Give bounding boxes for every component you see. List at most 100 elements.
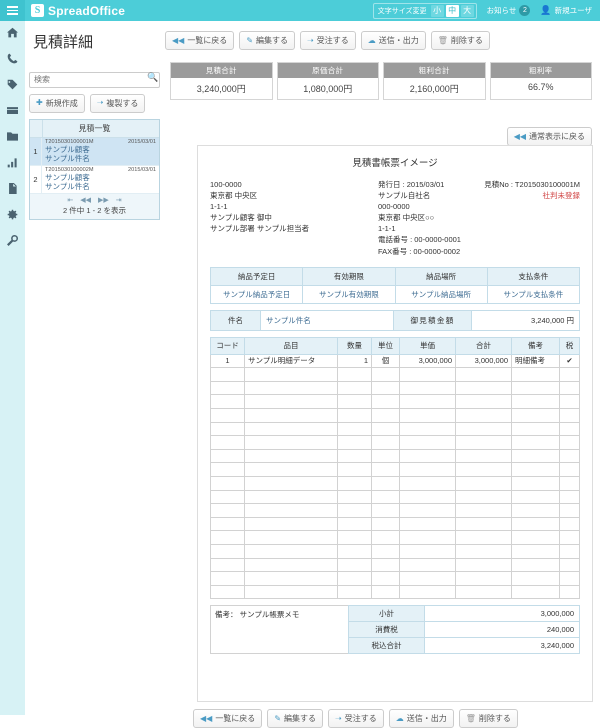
item-cell-empty [337, 476, 372, 491]
item-cell-empty [511, 543, 560, 559]
item-cell-empty [337, 380, 372, 396]
list-item[interactable]: 1 T2015030100001M 2015/03/01 サンプル顧客 サンプル… [30, 137, 159, 166]
user-menu[interactable]: 👤 新規ユーザ [540, 5, 592, 16]
font-size-small-button[interactable]: 小 [430, 4, 444, 17]
item-cell-empty [210, 435, 245, 450]
first-page-icon[interactable]: ⇤ [67, 196, 73, 204]
notifications-badge: 2 [519, 5, 531, 16]
list-item-number: 1 [30, 137, 42, 165]
item-cell-empty [455, 462, 512, 477]
conditions-value-cell: サンプル納品場所 [394, 284, 488, 304]
item-cell-empty [559, 516, 580, 532]
item-cell-empty [511, 503, 560, 518]
rail-item-phone[interactable] [0, 47, 25, 73]
totals-row: 税込合計 3,240,000 [348, 637, 580, 655]
rail-item-settings[interactable] [0, 203, 25, 229]
rail-item-home[interactable] [0, 21, 25, 47]
new-quote-button[interactable]: ✚ 新規作成 [29, 93, 85, 113]
item-cell-empty [244, 380, 338, 396]
item-cell-empty [559, 435, 580, 450]
item-cell-empty [337, 543, 372, 559]
order-button-bottom[interactable]: ➝ 受注する [328, 709, 384, 728]
item-cell-empty [511, 489, 560, 505]
rail-item-card[interactable] [0, 99, 25, 125]
conditions-header-cell: 支払条件 [486, 266, 581, 286]
order-button[interactable]: ➝ 受注する [300, 31, 356, 50]
send-output-button-bottom[interactable]: ☁ 送信・出力 [388, 709, 454, 728]
item-cell-empty [511, 516, 560, 532]
last-page-icon[interactable]: ⇥ [116, 196, 122, 204]
hamburger-icon[interactable] [0, 0, 25, 21]
font-size-large-button[interactable]: 大 [460, 4, 474, 17]
delete-label: 削除する [450, 36, 483, 45]
item-cell-empty [399, 530, 456, 545]
page-title: 見積詳細 [33, 34, 94, 51]
pencil-icon: ✎ [274, 713, 282, 723]
item-cell-empty [337, 489, 372, 505]
table-row: 1 サンプル明細データ 1 個 3,000,000 3,000,000 明細備考… [210, 353, 580, 369]
search-icon[interactable]: 🔍 [146, 70, 160, 84]
back-to-list-button-bottom[interactable]: ◀◀ 一覧に戻る [193, 709, 263, 728]
item-cell-empty [559, 584, 580, 600]
top-bar: S SpreadOffice 文字サイズ変更 小 中 大 お知らせ 2 👤 新規… [0, 0, 600, 21]
back-to-normal-view-button[interactable]: ◀◀ 通常表示に戻る [506, 127, 592, 146]
notifications-link[interactable]: お知らせ 2 [487, 5, 531, 16]
item-cell-empty [337, 394, 372, 410]
summary-head: 粗利率 [490, 63, 591, 78]
list-item[interactable]: 2 T2015030100002M 2015/03/01 サンプル顧客 サンプル… [30, 165, 159, 195]
list-item-subject: サンプル件名 [45, 181, 90, 191]
item-cell-empty [371, 448, 400, 464]
delete-button[interactable]: 🗑 削除する [430, 31, 490, 50]
card-icon [7, 103, 18, 121]
conditions-header-cell: 納品予定日 [209, 266, 304, 286]
user-icon: 👤 [540, 5, 552, 15]
rail-item-tools[interactable] [0, 229, 25, 255]
item-cell-empty [210, 557, 245, 573]
summary-value: 3,240,000円 [196, 84, 246, 94]
search-row: 🔍 [29, 69, 169, 88]
item-cell-empty [559, 571, 580, 586]
item-cell-empty [455, 435, 512, 450]
edit-button-bottom[interactable]: ✎ 編集する [267, 709, 324, 728]
item-cell-empty [399, 571, 456, 586]
notifications-label: お知らせ [486, 6, 517, 15]
delete-button-bottom[interactable]: 🗑 削除する [458, 709, 518, 728]
item-qty: 1 [337, 353, 372, 369]
items-header-note: 備考 [511, 336, 560, 355]
rail-item-tag[interactable] [0, 73, 25, 99]
font-size-medium-button[interactable]: 中 [445, 4, 459, 17]
issuer-postal: 000-0000 [378, 202, 410, 212]
item-cell-empty [511, 380, 560, 396]
back-to-list-button[interactable]: ◀◀ 一覧に戻る [165, 31, 235, 50]
item-cell-empty [210, 503, 245, 518]
item-cell-empty [371, 462, 400, 477]
app-logo[interactable]: S SpreadOffice [31, 4, 125, 18]
icon-rail [0, 21, 25, 715]
double-left-arrow-icon: ◀◀ [513, 131, 526, 141]
item-cell-empty [337, 571, 372, 586]
table-row-empty [210, 394, 580, 410]
item-cell-empty [455, 421, 512, 437]
font-size-control[interactable]: 文字サイズ変更 小 中 大 [372, 2, 477, 19]
next-page-icon[interactable]: ▶▶ [98, 196, 109, 204]
rail-item-chart[interactable] [0, 151, 25, 177]
search-input[interactable] [29, 71, 160, 88]
amount-label: 御見積金額 [393, 309, 472, 331]
conditions-value-cell: サンプル支払条件 [486, 284, 581, 304]
item-cell-empty [210, 448, 245, 464]
item-cell-empty [399, 503, 456, 518]
prev-page-icon[interactable]: ◀◀ [80, 196, 91, 204]
rail-item-document[interactable] [0, 177, 25, 203]
item-tax-check-icon: ✔ [559, 353, 580, 369]
send-output-button[interactable]: ☁ 送信・出力 [360, 31, 426, 50]
edit-button[interactable]: ✎ 編集する [239, 31, 296, 50]
rail-item-folder[interactable] [0, 125, 25, 151]
logo-mark-icon: S [31, 4, 44, 17]
duplicate-quote-button[interactable]: ➝ 複製する [89, 93, 146, 113]
list-item-date: 2015/03/01 [128, 138, 156, 145]
item-cell-empty [511, 557, 560, 573]
item-cell-empty [511, 394, 560, 410]
list-item-date: 2015/03/01 [128, 166, 156, 173]
issuer-tel: 電話番号 : 00-0000-0001 [378, 235, 461, 245]
item-cell-empty [244, 530, 338, 545]
